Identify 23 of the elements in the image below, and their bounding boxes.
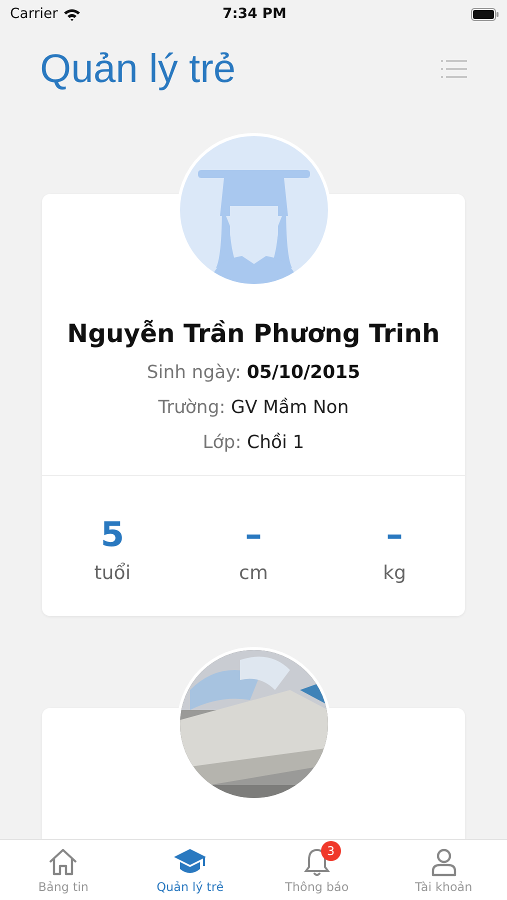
tab-bar-item[interactable]: Quản lý trẻ [126, 840, 254, 900]
wifi-icon [62, 8, 81, 20]
clock-time: 7:34 PM [222, 6, 288, 22]
student-detail: Trường: GV Mầm Non [158, 397, 349, 418]
stat-unit: cm [239, 562, 268, 584]
student-detail: Sinh ngày: 05/10/2015 [146, 362, 360, 383]
notification-badge: 3 [320, 840, 341, 860]
tab-bar-item[interactable]: Tài khoản [380, 840, 507, 900]
page-title: Quản lý trẻ [40, 46, 236, 92]
stat-unit: kg [382, 562, 406, 584]
stat-value: – [386, 514, 403, 557]
tab-bar-item[interactable]: Bảng tin [0, 840, 127, 900]
student-name: Nguyễn Trần Phương Trinh [67, 319, 440, 348]
stat-unit: tuổi [94, 562, 131, 584]
stat-value: – [245, 514, 262, 557]
carrier-label: Carrier [10, 6, 58, 22]
home-icon [47, 846, 80, 876]
student-detail: Lớp: Chồi 1 [202, 432, 304, 453]
list-menu-icon[interactable] [441, 59, 467, 79]
tab-bar-item[interactable]: 3 Thông báo [254, 840, 380, 900]
battery-icon [471, 8, 499, 20]
stat-value: 5 [100, 514, 124, 557]
bell-icon [302, 846, 332, 876]
